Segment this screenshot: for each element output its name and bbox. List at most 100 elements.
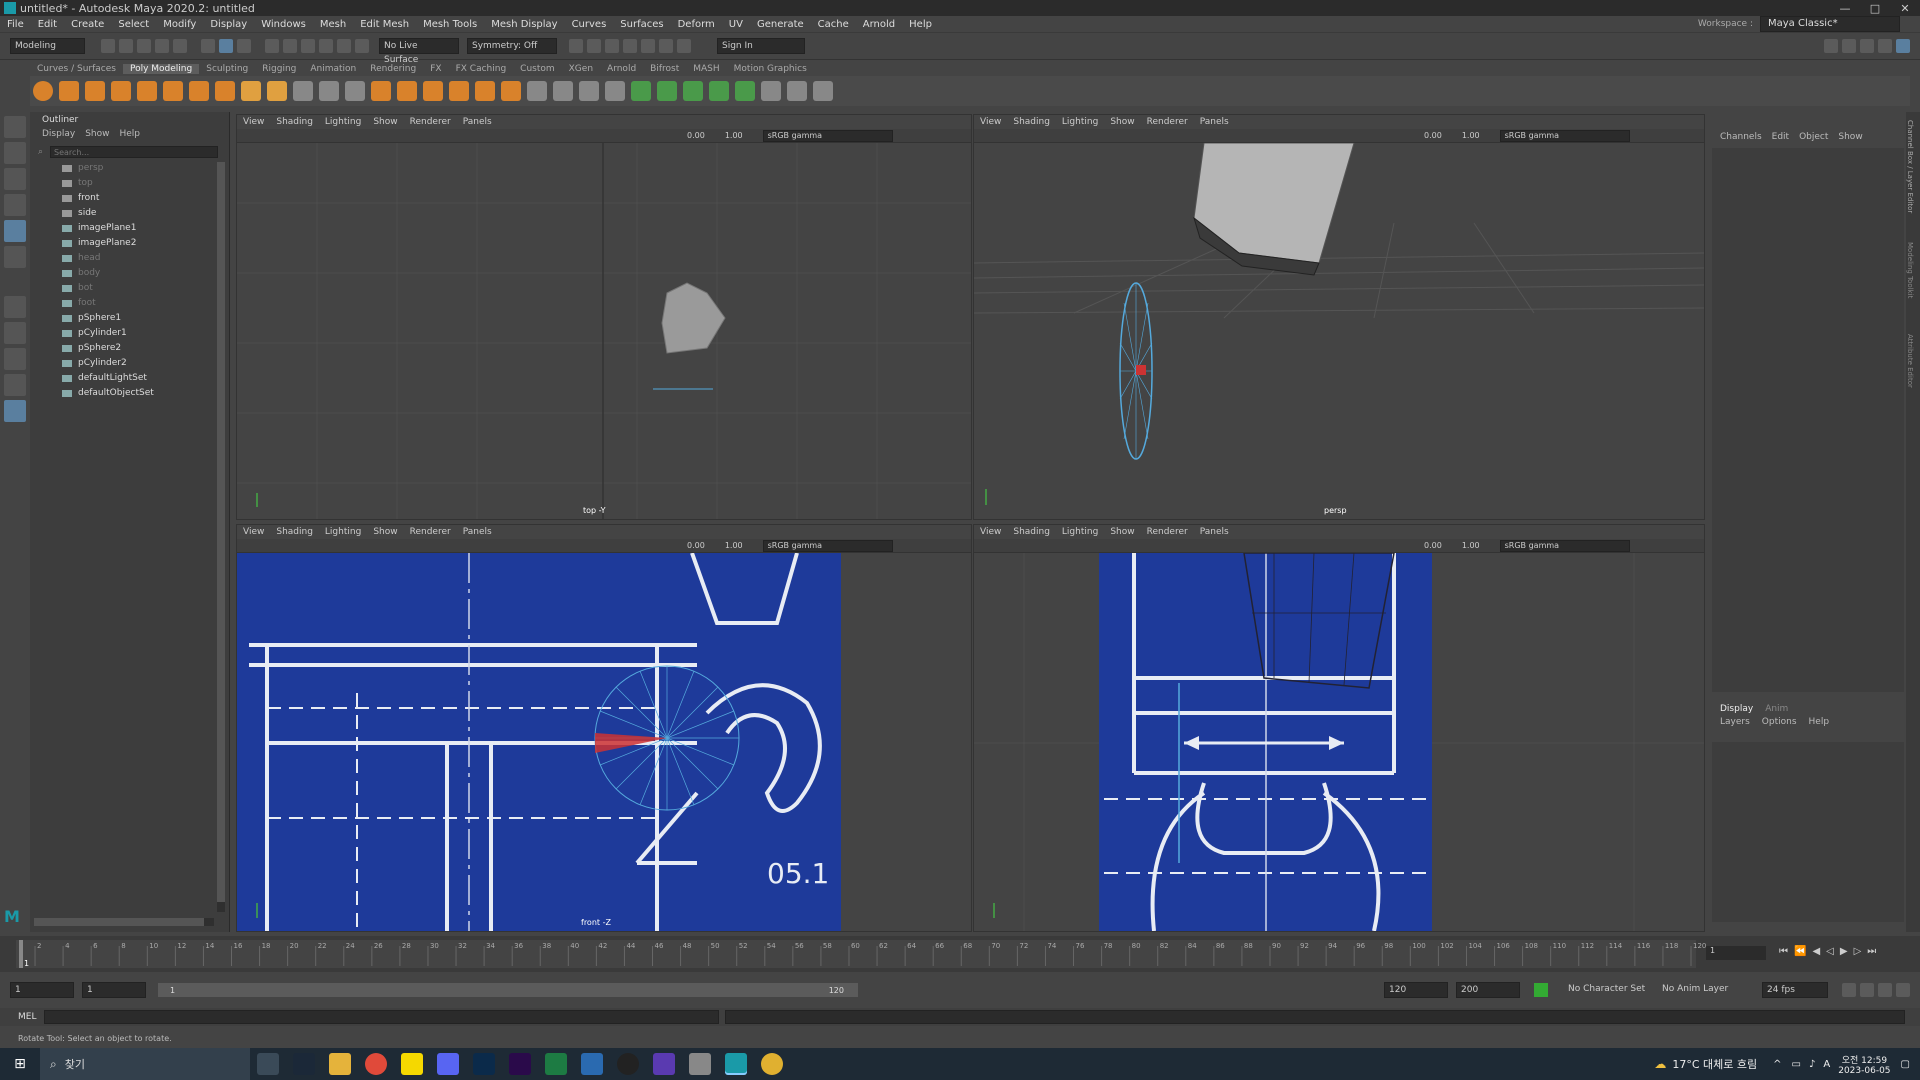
scale-tool-icon[interactable] xyxy=(4,246,26,268)
snap-curve-icon[interactable] xyxy=(283,39,297,53)
menu-edit[interactable]: Edit xyxy=(31,19,64,30)
vp-menu-shading[interactable]: Shading xyxy=(1007,117,1056,127)
platonic-solid-icon[interactable] xyxy=(215,81,235,101)
workspace-select[interactable]: Maya Classic* xyxy=(1760,16,1900,32)
gamma-field[interactable]: 1.00 xyxy=(725,541,743,550)
premiere-icon[interactable] xyxy=(509,1053,531,1075)
vp-menu-show[interactable]: Show xyxy=(367,527,403,537)
range-bar[interactable]: 1 120 xyxy=(158,983,858,997)
app2-icon[interactable] xyxy=(653,1053,675,1075)
vp-menu-renderer[interactable]: Renderer xyxy=(1141,527,1194,537)
gamma-field[interactable]: 1.00 xyxy=(1462,541,1480,550)
steam-icon[interactable] xyxy=(293,1053,315,1075)
app-icon[interactable] xyxy=(581,1053,603,1075)
layout-single-icon[interactable] xyxy=(1824,39,1838,53)
poly-torus-icon[interactable] xyxy=(137,81,157,101)
shelf-tab-motion-graphics[interactable]: Motion Graphics xyxy=(727,64,814,74)
new-scene-icon[interactable] xyxy=(101,39,115,53)
outliner-menu-display[interactable]: Display xyxy=(42,129,75,139)
ime-icon[interactable]: A xyxy=(1823,1059,1830,1070)
toolkit-toggle-icon[interactable] xyxy=(1896,39,1910,53)
vp-menu-view[interactable]: View xyxy=(974,527,1007,537)
menu-windows[interactable]: Windows xyxy=(254,19,313,30)
shelf-tab-arnold[interactable]: Arnold xyxy=(600,64,643,74)
vp-menu-show[interactable]: Show xyxy=(1104,527,1140,537)
spherical-uv-icon[interactable] xyxy=(709,81,729,101)
sign-in-button[interactable]: Sign In xyxy=(717,38,805,54)
poly-disc-icon[interactable] xyxy=(189,81,209,101)
menu-generate[interactable]: Generate xyxy=(750,19,811,30)
layer-tab-anim[interactable]: Anim xyxy=(1765,704,1788,714)
shelf-tab-fx-caching[interactable]: FX Caching xyxy=(449,64,514,74)
colorspace-select[interactable]: sRGB gamma xyxy=(1499,129,1630,142)
uv-editor-icon[interactable] xyxy=(761,81,781,101)
menu-edit-mesh[interactable]: Edit Mesh xyxy=(353,19,416,30)
sew-uv-icon[interactable] xyxy=(813,81,833,101)
pause-icon[interactable] xyxy=(677,39,691,53)
menu-mesh[interactable]: Mesh xyxy=(313,19,353,30)
poly-cube-icon[interactable] xyxy=(59,81,79,101)
discord-icon[interactable] xyxy=(437,1053,459,1075)
exposure-field[interactable]: 0.00 xyxy=(687,541,705,550)
outliner-v-scrollbar[interactable] xyxy=(217,162,225,912)
insert-edge-loop-icon[interactable] xyxy=(579,81,599,101)
lasso-tool-icon[interactable] xyxy=(4,142,26,164)
outliner-item[interactable]: foot xyxy=(30,296,229,311)
snap-point-icon[interactable] xyxy=(301,39,315,53)
layout-four-icon[interactable] xyxy=(1842,39,1856,53)
outliner-h-scrollbar[interactable] xyxy=(34,918,214,926)
shelf-tab-rigging[interactable]: Rigging xyxy=(255,64,303,74)
viewport-front[interactable]: View Shading Lighting Show Renderer Pane… xyxy=(236,524,972,932)
vp-menu-shading[interactable]: Shading xyxy=(270,527,319,537)
vp-menu-panels[interactable]: Panels xyxy=(457,117,498,127)
vp-menu-renderer[interactable]: Renderer xyxy=(404,117,457,127)
layout-four-pane-icon[interactable] xyxy=(4,348,26,370)
layer-menu-help[interactable]: Help xyxy=(1809,717,1830,727)
loop-icon[interactable] xyxy=(1842,983,1856,997)
volume-icon[interactable]: ♪ xyxy=(1809,1059,1815,1070)
menu-mesh-tools[interactable]: Mesh Tools xyxy=(416,19,484,30)
network-icon[interactable]: ▭ xyxy=(1792,1059,1801,1070)
vp-menu-panels[interactable]: Panels xyxy=(1194,527,1235,537)
rotate-tool-icon[interactable] xyxy=(4,220,26,242)
minimize-button[interactable]: — xyxy=(1830,2,1860,15)
viewport-persp[interactable]: View Shading Lighting Show Renderer Pane… xyxy=(973,114,1705,520)
clock[interactable]: 오전 12:59 2023-06-05 xyxy=(1838,1053,1890,1076)
side-tab-attribute-editor[interactable]: Attribute Editor xyxy=(1906,334,1914,414)
render-frame-icon[interactable] xyxy=(569,39,583,53)
playback-end-field[interactable]: 120 xyxy=(1384,982,1448,998)
go-to-end-icon[interactable]: ⏭ xyxy=(1867,946,1876,957)
snap-view-icon[interactable] xyxy=(319,39,333,53)
menu-arnold[interactable]: Arnold xyxy=(856,19,902,30)
channelbox-tab-channels[interactable]: Channels xyxy=(1720,132,1762,142)
step-back-frame-icon[interactable]: ◀ xyxy=(1812,946,1820,957)
cut-uv-icon[interactable] xyxy=(787,81,807,101)
kakaotalk-icon[interactable] xyxy=(401,1053,423,1075)
snap-rotate-icon[interactable] xyxy=(355,39,369,53)
svg-icon[interactable] xyxy=(267,81,287,101)
menu-surfaces[interactable]: Surfaces xyxy=(613,19,670,30)
bridge-icon[interactable] xyxy=(449,81,469,101)
automatic-uv-icon[interactable] xyxy=(657,81,677,101)
outliner-item[interactable]: imagePlane1 xyxy=(30,221,229,236)
mel-label[interactable]: MEL xyxy=(0,1012,40,1022)
step-forward-frame-icon[interactable]: ▷ xyxy=(1854,946,1862,957)
layout-single-pane-icon[interactable] xyxy=(4,322,26,344)
shelf-tab-sculpting[interactable]: Sculpting xyxy=(199,64,255,74)
anim-prefs-icon[interactable] xyxy=(1896,983,1910,997)
vp-menu-panels[interactable]: Panels xyxy=(1194,117,1235,127)
shelf-tab-bifrost[interactable]: Bifrost xyxy=(643,64,686,74)
windows-start-icon[interactable]: ⊞ xyxy=(0,1056,40,1072)
menu-file[interactable]: File xyxy=(0,19,31,30)
outliner-menu-show[interactable]: Show xyxy=(85,129,109,139)
app3-icon[interactable] xyxy=(689,1053,711,1075)
chrome-icon[interactable] xyxy=(365,1053,387,1075)
save-scene-icon[interactable] xyxy=(137,39,151,53)
task-view-icon[interactable] xyxy=(257,1053,279,1075)
mirror-icon[interactable] xyxy=(397,81,417,101)
shelf-tab-mash[interactable]: MASH xyxy=(686,64,726,74)
menu-deform[interactable]: Deform xyxy=(671,19,722,30)
live-surface-field[interactable]: No Live Surface xyxy=(379,38,459,65)
snap-surface-icon[interactable] xyxy=(337,39,351,53)
shelf-tab-fx[interactable]: FX xyxy=(423,64,448,74)
